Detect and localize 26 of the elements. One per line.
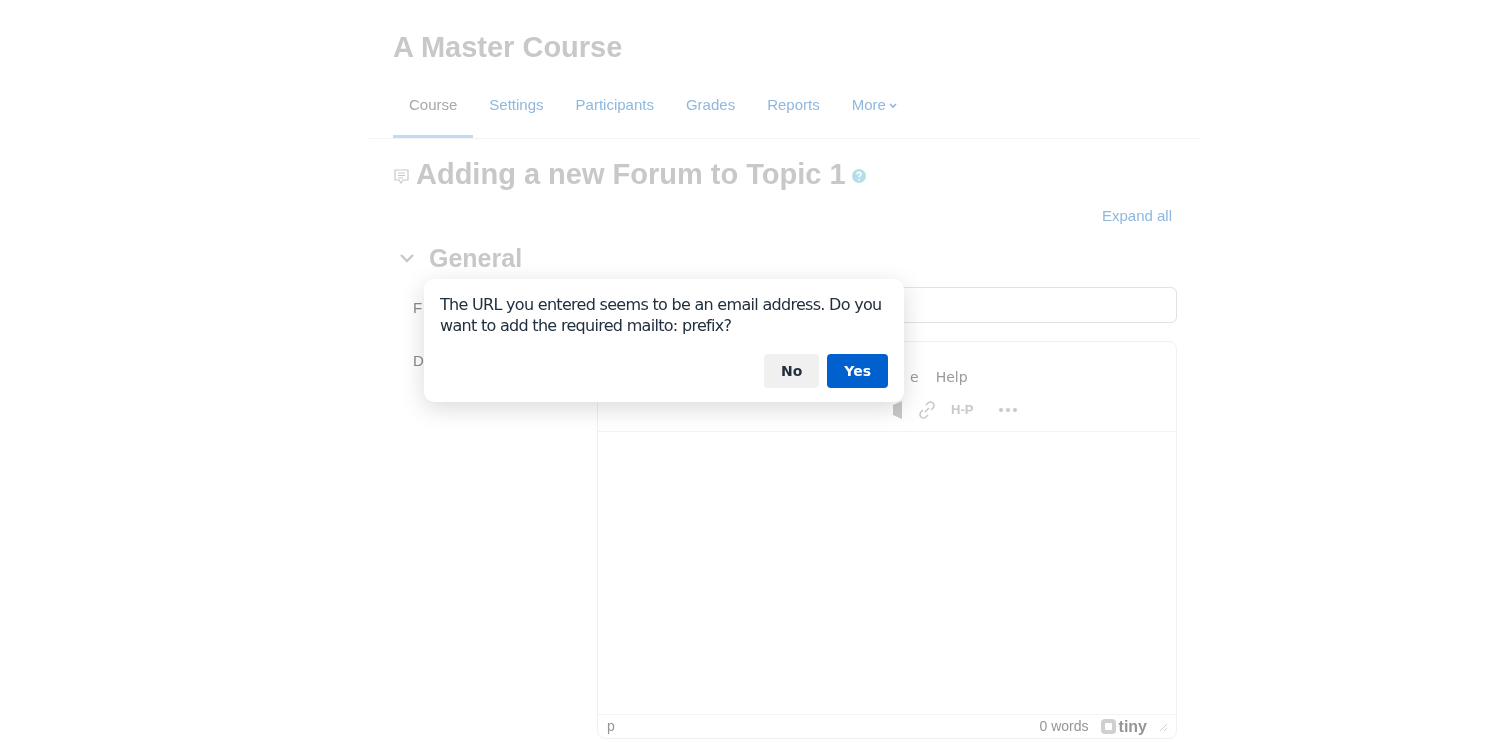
menu-item[interactable]: Help — [935, 367, 968, 388]
element-path: p — [607, 717, 616, 736]
chevron-icon[interactable] — [399, 253, 415, 264]
expand-all-link[interactable]: Expand all — [1101, 205, 1172, 228]
nav-tab[interactable]: Participants — [559, 88, 670, 138]
nav-tab[interactable]: Grades — [669, 88, 752, 138]
link-icon[interactable] — [917, 399, 937, 420]
nav-tab[interactable]: Settings — [473, 88, 560, 138]
caret-icon — [888, 102, 897, 109]
word-count: 0 words — [1039, 717, 1089, 736]
yes-button[interactable]: Yes — [827, 354, 888, 388]
more-icon[interactable] — [999, 407, 1018, 412]
resize-handle-icon[interactable] — [1159, 722, 1167, 731]
dialog-message: The URL you entered seems to be an email address. Do you want to add the required mailto: prefix? — [440, 294, 883, 336]
help-icon[interactable] — [851, 169, 866, 183]
tiny-logo-icon — [1100, 719, 1116, 734]
nav-tab[interactable]: Reports — [751, 88, 836, 138]
forum-icon — [393, 167, 410, 185]
menu-item[interactable]: e — [910, 367, 919, 388]
brand-name: tiny — [1118, 716, 1147, 737]
nav-tab[interactable]: Course — [393, 88, 474, 138]
no-button[interactable]: No — [763, 354, 820, 388]
media-icon[interactable] — [893, 400, 903, 419]
field-label: D — [413, 352, 424, 369]
nav-tab[interactable]: More — [835, 88, 913, 138]
field-label: F — [413, 299, 423, 316]
